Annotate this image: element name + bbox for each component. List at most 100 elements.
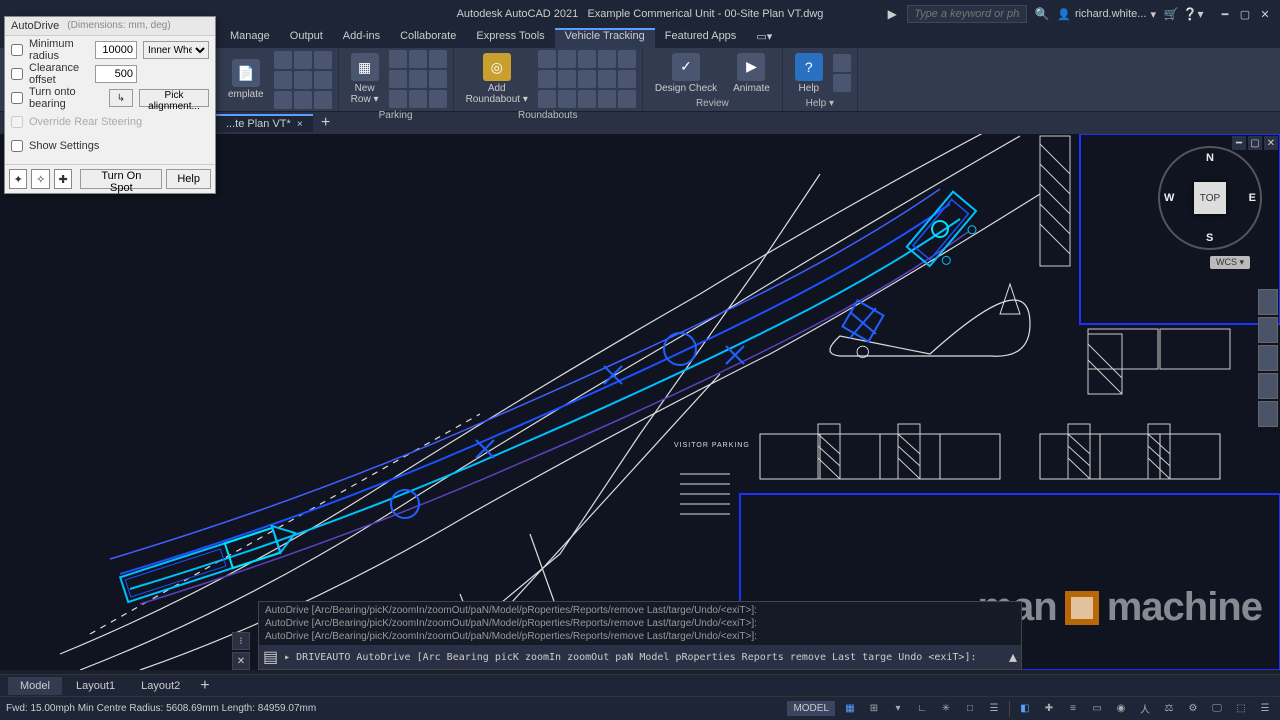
status-units-icon[interactable]: ⬚ (1232, 700, 1250, 718)
show-settings-check[interactable] (11, 140, 23, 152)
ad-tool-1[interactable]: ✦ (9, 169, 27, 189)
minimize-button[interactable]: ━ (1216, 6, 1234, 22)
tool-btn[interactable] (409, 90, 427, 108)
tool-btn[interactable] (538, 70, 556, 88)
ad-tool-3[interactable]: ✚ (54, 169, 72, 189)
cmd-icon[interactable]: ▤ (263, 647, 278, 667)
turn-on-spot-button[interactable]: Turn On Spot (80, 169, 162, 189)
status-scale-icon[interactable]: ⚖ (1160, 700, 1178, 718)
command-prompt[interactable]: ▸ DRIVEAUTO AutoDrive [Arc Bearing picK … (284, 652, 1003, 663)
tool-btn[interactable] (598, 50, 616, 68)
tool-btn[interactable] (578, 90, 596, 108)
clearance-check[interactable] (11, 68, 23, 80)
tool-btn[interactable] (598, 70, 616, 88)
status-model[interactable]: MODEL (787, 701, 835, 716)
ribbon-overflow[interactable]: ▭▾ (746, 28, 782, 48)
viewcube-n[interactable]: N (1206, 152, 1214, 164)
tab-model[interactable]: Model (8, 677, 62, 695)
close-button[interactable]: ✕ (1256, 6, 1274, 22)
tool-btn[interactable] (429, 90, 447, 108)
status-ortho-icon[interactable]: ∟ (913, 700, 931, 718)
cmd-up-icon[interactable]: ▴ (1009, 647, 1017, 667)
viewcube-e[interactable]: E (1249, 192, 1256, 204)
cart-icon[interactable]: 🛒 (1164, 7, 1178, 21)
tool-btn[interactable] (538, 90, 556, 108)
ad-tool-2[interactable]: ✧ (31, 169, 49, 189)
status-menu-icon[interactable]: ☰ (1256, 700, 1274, 718)
tool-btn[interactable] (429, 70, 447, 88)
tool-btn[interactable] (389, 50, 407, 68)
tool-btn[interactable] (274, 71, 292, 89)
pick-alignment-button[interactable]: Pick alignment... (139, 89, 209, 107)
viewcube-top[interactable]: TOP (1194, 182, 1226, 214)
maximize-button[interactable]: ▢ (1236, 6, 1254, 22)
close-tab-icon[interactable]: × (297, 119, 303, 130)
panel-label-help[interactable]: Help ▾ (789, 96, 851, 109)
tool-btn[interactable] (558, 50, 576, 68)
tool-btn[interactable] (409, 50, 427, 68)
wcs-badge[interactable]: WCS ▾ (1210, 256, 1250, 269)
tool-btn[interactable] (274, 51, 292, 69)
autodrive-title[interactable]: AutoDrive(Dimensions: mm, deg) (5, 17, 215, 36)
help-button[interactable]: ?Help (789, 51, 829, 96)
animate-button[interactable]: ▶Animate (727, 51, 776, 96)
tool-btn[interactable] (538, 50, 556, 68)
autodrive-panel[interactable]: AutoDrive(Dimensions: mm, deg) Minimum r… (4, 16, 216, 194)
design-check-button[interactable]: ✓Design Check (649, 51, 723, 96)
tool-btn[interactable] (429, 50, 447, 68)
min-radius-check[interactable] (11, 44, 23, 56)
tool-btn[interactable] (274, 91, 292, 109)
nav-pan[interactable] (1258, 317, 1278, 343)
tab-manage[interactable]: Manage (220, 28, 280, 48)
nav-showmotion[interactable] (1258, 401, 1278, 427)
add-roundabout-button[interactable]: ◎Add Roundabout ▾ (460, 51, 534, 107)
nav-orbit[interactable] (1258, 373, 1278, 399)
viewcube-w[interactable]: W (1164, 192, 1174, 204)
help-about-button[interactable] (833, 74, 851, 92)
status-monitor-icon[interactable]: 🖵 (1208, 700, 1226, 718)
tab-vehicle-tracking[interactable]: Vehicle Tracking (555, 28, 655, 48)
cmd-close[interactable]: ✕ (232, 652, 250, 670)
add-layout-button[interactable]: + (194, 677, 215, 695)
search-icon[interactable]: 🔍 (1035, 7, 1049, 21)
status-polar-icon[interactable]: ✳ (937, 700, 955, 718)
user-menu[interactable]: 👤 richard.white... ▾ (1057, 8, 1156, 21)
tool-btn[interactable] (618, 70, 636, 88)
template-button[interactable]: 📄emplate (222, 57, 270, 102)
status-iso-icon[interactable]: ◧ (1016, 700, 1034, 718)
tool-btn[interactable] (294, 71, 312, 89)
status-dyn-icon[interactable]: ✚ (1040, 700, 1058, 718)
tool-btn[interactable] (389, 90, 407, 108)
tab-featured-apps[interactable]: Featured Apps (655, 28, 747, 48)
clearance-input[interactable] (95, 65, 137, 83)
tool-btn[interactable] (314, 91, 332, 109)
inner-wheel-select[interactable]: Inner Wheel (143, 41, 209, 59)
tab-addins[interactable]: Add-ins (333, 28, 390, 48)
status-cycle-icon[interactable]: ◉ (1112, 700, 1130, 718)
status-anno-icon[interactable]: 人 (1136, 700, 1154, 718)
tool-btn[interactable] (558, 70, 576, 88)
canvas-close[interactable]: ✕ (1264, 136, 1278, 150)
tool-btn[interactable] (294, 91, 312, 109)
add-tab-button[interactable]: + (317, 114, 335, 132)
nav-wheel[interactable] (1258, 289, 1278, 315)
status-arrow-icon[interactable]: ▾ (889, 700, 907, 718)
tab-collaborate[interactable]: Collaborate (390, 28, 466, 48)
tool-btn[interactable] (618, 90, 636, 108)
autodrive-help-button[interactable]: Help (166, 169, 211, 189)
drawing-canvas[interactable]: ━ ▢ ✕ (0, 134, 1280, 670)
min-radius-input[interactable] (95, 41, 137, 59)
tab-layout1[interactable]: Layout1 (64, 677, 127, 695)
tool-btn[interactable] (294, 51, 312, 69)
tab-output[interactable]: Output (280, 28, 333, 48)
play-icon[interactable]: ▶ (885, 7, 899, 21)
help-icon[interactable]: ❔▾ (1186, 7, 1200, 21)
tool-btn[interactable] (409, 70, 427, 88)
tool-btn[interactable] (389, 70, 407, 88)
status-lw-icon[interactable]: ≡ (1064, 700, 1082, 718)
turn-bearing-check[interactable] (11, 92, 23, 104)
status-grid-icon[interactable]: ▦ (841, 700, 859, 718)
viewcube[interactable]: TOP N S E W (1158, 146, 1262, 250)
status-tr-icon[interactable]: ▭ (1088, 700, 1106, 718)
help-info-button[interactable] (833, 54, 851, 72)
